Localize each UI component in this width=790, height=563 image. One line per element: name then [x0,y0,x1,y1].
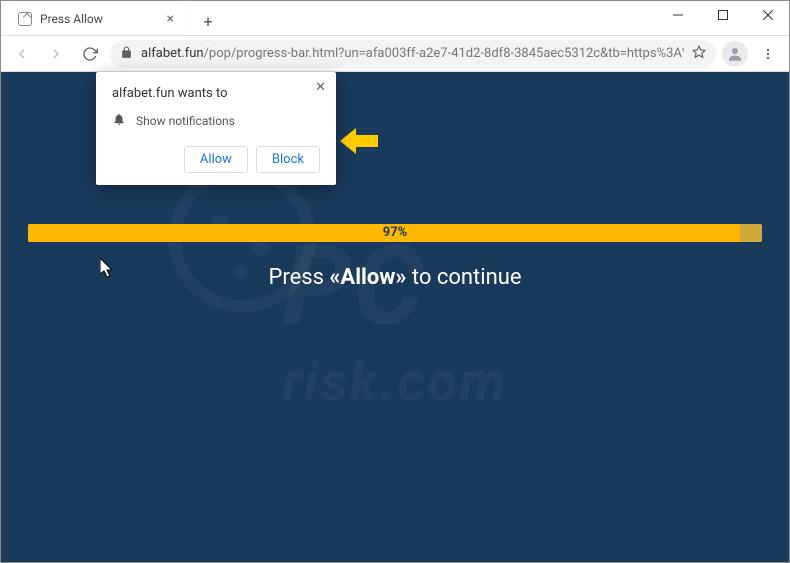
close-icon[interactable]: ✕ [315,80,326,95]
permission-text: Show notifications [136,114,235,128]
progress-label: 97% [28,224,762,242]
allow-button[interactable]: Allow [184,146,248,173]
cursor-icon [100,258,114,278]
profile-avatar[interactable] [722,41,748,67]
notification-permission-dialog: ✕ alfabet.fun wants to Show notification… [96,72,336,185]
permission-buttons: Allow Block [112,146,320,173]
progress-track: 97% [28,224,762,242]
address-bar[interactable]: alfabet.fun/pop/progress-bar.html?un=afa… [110,40,716,68]
forward-button[interactable] [42,40,70,68]
instruction-allow: «Allow» [329,265,406,290]
permission-title: alfabet.fun wants to [112,86,320,101]
url-text: alfabet.fun/pop/progress-bar.html?un=afa… [141,46,684,61]
watermark-bottom: risk.com [282,350,507,414]
url-domain: alfabet.fun [141,46,204,61]
block-button[interactable]: Block [256,146,320,173]
lock-icon [120,44,133,63]
kebab-menu-icon[interactable] [754,40,782,68]
window-controls [655,0,790,30]
instruction-post: to continue [406,265,521,290]
url-path: /pop/progress-bar.html?un=afa003ff-a2e7-… [204,46,684,61]
arrow-icon [340,128,378,154]
tab-favicon [18,12,32,26]
permission-row: Show notifications [112,111,320,130]
bookmark-star-icon[interactable] [692,44,706,63]
browser-toolbar: alfabet.fun/pop/progress-bar.html?un=afa… [0,36,790,72]
instruction-text: Press «Allow» to continue [28,264,762,290]
browser-titlebar: Press Allow × + [0,0,790,36]
progress-bar: 97% Press «Allow» to continue [28,224,762,290]
bell-icon [112,111,126,130]
back-button[interactable] [8,40,36,68]
browser-tab[interactable]: Press Allow × [8,3,188,35]
maximize-button[interactable] [700,0,745,30]
close-window-button[interactable] [745,0,790,30]
reload-button[interactable] [76,40,104,68]
minimize-button[interactable] [655,0,700,30]
new-tab-button[interactable]: + [194,7,222,35]
tab-title: Press Allow [40,12,163,26]
instruction-pre: Press [268,265,329,290]
close-tab-icon[interactable]: × [163,9,178,29]
